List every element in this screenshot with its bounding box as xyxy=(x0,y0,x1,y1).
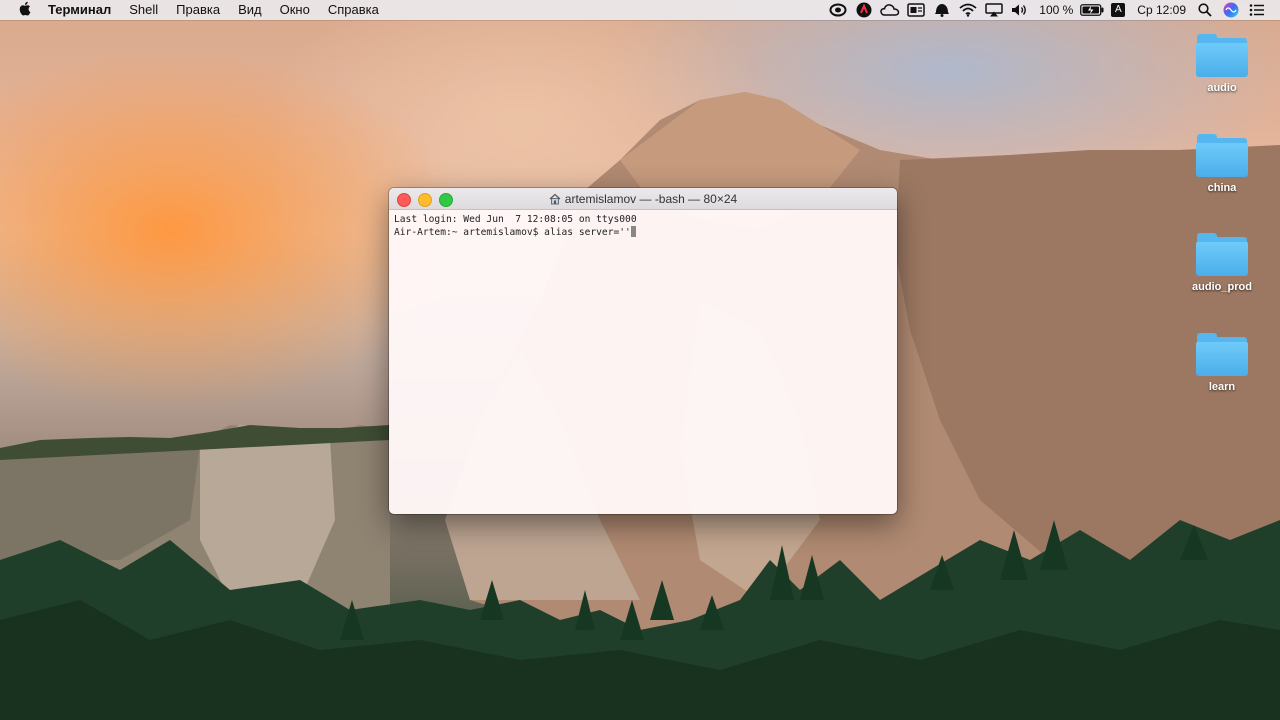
app-icon[interactable] xyxy=(851,0,877,20)
text-cursor xyxy=(630,226,636,237)
airplay-icon[interactable] xyxy=(981,0,1007,20)
window-title-text: artemislamov — -bash — 80×24 xyxy=(564,191,738,206)
folder-icon xyxy=(1195,333,1249,377)
home-icon xyxy=(549,193,561,205)
menubar-clock[interactable]: Ср 12:09 xyxy=(1131,0,1192,20)
menu-help[interactable]: Справка xyxy=(319,0,388,20)
apple-menu-icon[interactable] xyxy=(9,1,39,19)
notification-center-icon[interactable] xyxy=(1244,0,1270,20)
input-source-label: A xyxy=(1111,3,1126,17)
desktop-folder-learn[interactable]: learn xyxy=(1182,333,1262,393)
battery-icon[interactable] xyxy=(1079,0,1105,20)
cloud-icon[interactable] xyxy=(877,0,903,20)
close-button[interactable] xyxy=(397,193,411,207)
notification-icon[interactable] xyxy=(929,0,955,20)
desktop-folder-china[interactable]: china xyxy=(1182,134,1262,194)
terminal-prompt-text: Air-Artem:~ artemislamov$ alias server='… xyxy=(394,227,631,238)
folder-icon xyxy=(1195,233,1249,277)
menu-shell[interactable]: Shell xyxy=(120,0,167,20)
menu-window[interactable]: Окно xyxy=(271,0,319,20)
menu-edit[interactable]: Правка xyxy=(167,0,229,20)
desktop-folder-label: learn xyxy=(1208,381,1236,393)
desktop-folder-label: china xyxy=(1207,182,1237,194)
folder-icon xyxy=(1195,34,1249,78)
creative-cloud-icon[interactable] xyxy=(825,0,851,20)
window-title: artemislamov — -bash — 80×24 xyxy=(549,192,737,206)
siri-icon[interactable] xyxy=(1218,0,1244,20)
window-controls xyxy=(397,193,453,207)
minimize-button[interactable] xyxy=(418,193,432,207)
desktop-folder-audio[interactable]: audio xyxy=(1182,34,1262,94)
terminal-window[interactable]: artemislamov — -bash — 80×24 Last login:… xyxy=(389,188,897,514)
folder-icon xyxy=(1195,134,1249,178)
card-icon[interactable] xyxy=(903,0,929,20)
menu-view[interactable]: Вид xyxy=(229,0,271,20)
terminal-line-prompt[interactable]: Air-Artem:~ artemislamov$ alias server='… xyxy=(394,226,892,239)
menu-app-name[interactable]: Терминал xyxy=(39,0,120,20)
volume-icon[interactable] xyxy=(1007,0,1033,20)
terminal-line-login: Last login: Wed Jun 7 12:08:05 on ttys00… xyxy=(394,214,637,225)
menu-bar: Терминал Shell Правка Вид Окно Справка 1… xyxy=(0,0,1280,20)
spotlight-icon[interactable] xyxy=(1192,0,1218,20)
terminal-content[interactable]: Last login: Wed Jun 7 12:08:05 on ttys00… xyxy=(389,210,897,242)
wifi-icon[interactable] xyxy=(955,0,981,20)
zoom-button[interactable] xyxy=(439,193,453,207)
desktop-folder-audio-prod[interactable]: audio_prod xyxy=(1182,233,1262,293)
desktop-folder-label: audio xyxy=(1207,82,1237,94)
window-titlebar[interactable]: artemislamov — -bash — 80×24 xyxy=(389,188,897,210)
battery-percent[interactable]: 100 % xyxy=(1033,0,1079,20)
input-source-icon[interactable]: A xyxy=(1105,0,1131,20)
desktop-folder-label: audio_prod xyxy=(1192,281,1252,293)
